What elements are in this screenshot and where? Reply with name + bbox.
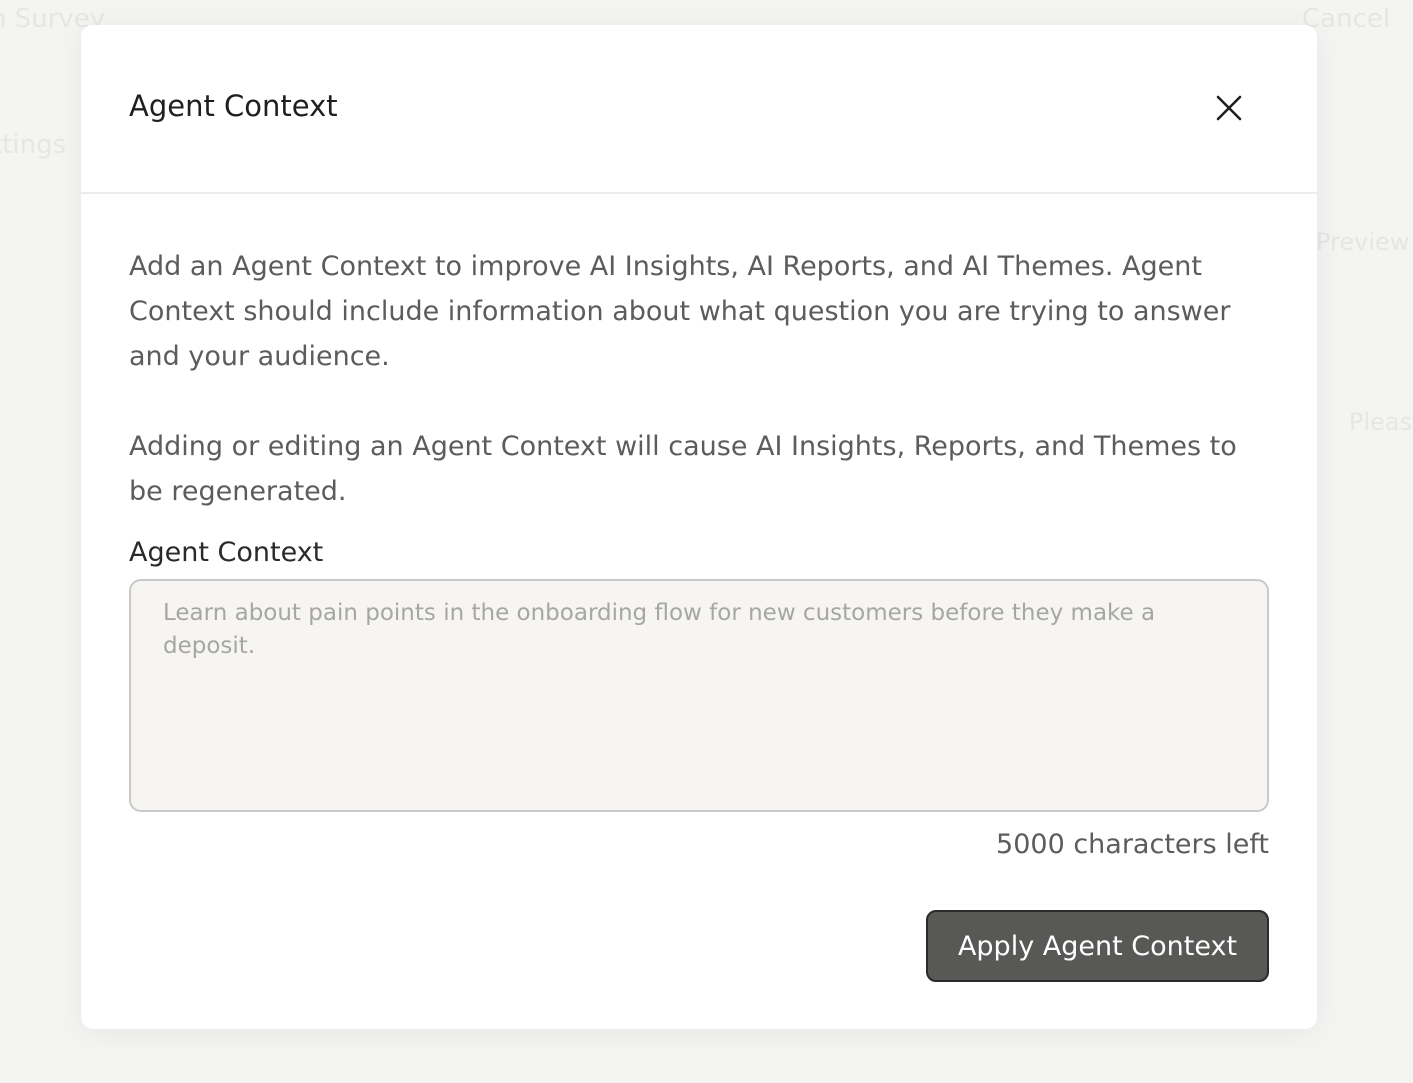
regeneration-warning: Adding or editing an Agent Context will … [129,431,1237,507]
dialog-header: Agent Context [81,25,1317,194]
character-counter: 5000 characters left [996,829,1269,860]
agent-context-input[interactable] [129,579,1269,812]
background-hint-text: Pleas [1349,408,1413,436]
background-settings-tab: ttings [0,130,67,160]
agent-context-dialog: Agent Context Add an Agent Context to im… [81,25,1317,1029]
agent-context-label: Agent Context [129,537,324,568]
background-preview-tab: Preview [1316,228,1410,256]
close-icon [1216,95,1242,121]
dialog-title: Agent Context [129,89,338,123]
close-button[interactable] [1208,87,1250,129]
dialog-description: Add an Agent Context to improve AI Insig… [129,251,1231,372]
apply-agent-context-button[interactable]: Apply Agent Context [926,910,1269,982]
